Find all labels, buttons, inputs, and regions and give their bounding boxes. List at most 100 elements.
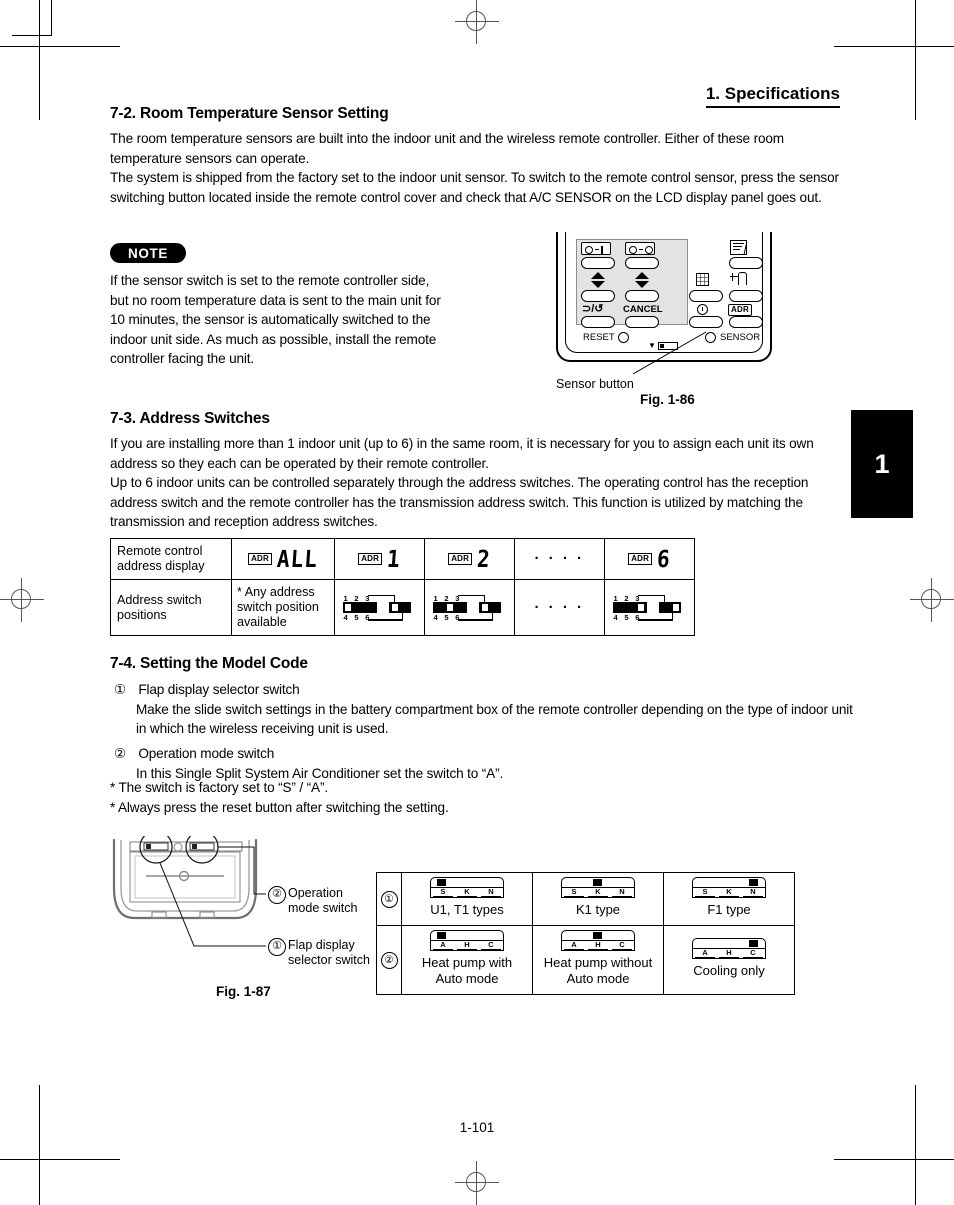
chapter-tab-marker: 1 [851, 410, 913, 518]
timer-off-updown-arrows-icon [635, 272, 649, 288]
timer-off-button[interactable] [625, 257, 659, 269]
dip-numbers-bottom: 4 5 6 [613, 612, 642, 622]
sensor-button-caption: Sensor button [556, 377, 634, 391]
sensor-label: SENSOR [720, 332, 761, 343]
dip-switch-cell-6: 1 2 3 4 5 6 [604, 579, 695, 636]
timer-on-button[interactable] [581, 257, 615, 269]
grid-icon [696, 273, 709, 286]
crop-mark-top-right-h [834, 46, 954, 47]
timer-on-set-button[interactable] [581, 290, 615, 302]
table-row-address-display: Remote control address display ADR ALL A… [110, 538, 695, 580]
repeat-mode-button[interactable] [581, 316, 615, 328]
adr-tag: ADR [358, 553, 383, 565]
crop-mark-bottom-left-h [0, 1159, 120, 1160]
address-display-1: ADR 1 [334, 538, 425, 580]
dip-switch-graphic-6: 1 2 3 4 5 6 [612, 591, 688, 625]
clock-button[interactable] [689, 316, 723, 328]
switch-label-s: S [433, 887, 453, 897]
dip-numbers-bottom: 4 5 6 [433, 612, 462, 622]
figure-label-1-87: Fig. 1-87 [216, 984, 271, 999]
item-2-title: Operation mode switch [138, 746, 275, 761]
figure-label-1-86: Fig. 1-86 [640, 392, 695, 407]
table-row-flap-display: ① S K N U1, T1 types S K N K1 type S K N… [376, 872, 795, 926]
model-label-line-1: Cooling only [693, 963, 765, 978]
switch-label-s: S [564, 887, 584, 897]
slide-switch-icon: A H C [561, 930, 635, 952]
address-display-2: ADR 2 [424, 538, 515, 580]
registration-mark-left [0, 578, 44, 622]
model-label-line-2: Auto mode [435, 971, 499, 986]
switch-label-c: C [481, 940, 501, 950]
adr-button[interactable] [729, 316, 763, 328]
note-badge: NOTE [110, 243, 186, 263]
model-cell-f1: S K N F1 type [663, 872, 795, 926]
sensor-button-leader-line [632, 331, 707, 375]
crop-mark-top-left-inner-v [51, 0, 52, 36]
lcd-value-6: 6 [656, 545, 672, 573]
crop-mark-top-left-inner-h [12, 35, 52, 36]
crop-mark-top-left-h [0, 46, 120, 47]
grid-button[interactable] [689, 290, 723, 302]
section-7-4-note-2: * Always press the reset button after sw… [110, 800, 449, 815]
registration-mark-bottom [455, 1161, 499, 1205]
callout-2-text: Operation mode switch [288, 886, 358, 915]
switch-label-h: H [588, 940, 608, 950]
section-7-4-note-1: * The switch is factory set to “S” / “A”… [110, 780, 328, 795]
model-code-table: ① S K N U1, T1 types S K N K1 type S K N… [376, 872, 795, 995]
adr-icon: ADR [728, 304, 752, 316]
slide-switch-icon: S K N [561, 877, 635, 899]
slide-switch-icon: S K N [430, 877, 504, 899]
timer-on-icon [581, 242, 611, 255]
section-7-3-paragraph-1: If you are installing more than 1 indoor… [110, 436, 814, 471]
air-direction-button[interactable] [729, 290, 763, 302]
crop-mark-bottom-right-v [915, 1085, 916, 1205]
section-7-2-paragraph-2: The system is shipped from the factory s… [110, 170, 839, 205]
switch-label-a: A [433, 940, 453, 950]
adr-tag: ADR [628, 553, 653, 565]
timer-off-icon [625, 242, 655, 255]
item-1-title: Flap display selector switch [138, 682, 300, 697]
item-2-number: ② [114, 746, 127, 761]
model-label: F1 type [707, 902, 751, 917]
repeat-mode-label: ⊃/↺ [582, 303, 604, 315]
note-text: If the sensor switch is set to the remot… [110, 273, 441, 367]
registration-mark-right [910, 578, 954, 622]
lcd-value-all: ALL [276, 545, 319, 573]
dip-switch-cell-2: 1 2 3 4 5 6 [424, 579, 515, 636]
dip-switch-cell-1: 1 2 3 4 5 6 [334, 579, 425, 636]
switch-label-h: H [457, 940, 477, 950]
model-label: K1 type [575, 902, 621, 917]
table-row-operation-mode: ② A H C Heat pump with Auto mode A H C H… [376, 925, 795, 995]
cancel-button[interactable] [625, 316, 659, 328]
switch-label-k: K [719, 887, 739, 897]
lcd-value-1: 1 [386, 545, 402, 573]
reset-button[interactable] [618, 332, 629, 343]
slide-switch-icon: A H C [692, 938, 766, 960]
section-heading-7-4: 7-4. Setting the Model Code [110, 655, 308, 672]
timer-off-set-button[interactable] [625, 290, 659, 302]
ellipsis-dots: · · · · [534, 550, 585, 567]
model-cell-cooling-only: A H C Cooling only [663, 925, 795, 995]
model-label: U1, T1 types [430, 902, 504, 917]
row-label-switch-positions: Address switch positions [110, 579, 232, 636]
address-display-ellipsis: · · · · [514, 538, 605, 580]
model-cell-heat-pump-auto: A H C Heat pump with Auto mode [401, 925, 533, 995]
flap-button[interactable] [729, 257, 763, 269]
table-row-switch-positions: Address switch positions * Any address s… [110, 579, 695, 636]
section-7-3-body: If you are installing more than 1 indoor… [110, 434, 852, 532]
model-cell-heat-pump-no-auto: A H C Heat pump without Auto mode [532, 925, 664, 995]
switch-label-n: N [743, 887, 763, 897]
callout-2-number: ② [268, 886, 286, 904]
callout-1-text: Flap display selector switch [288, 938, 370, 967]
flap-icon [730, 240, 748, 255]
section-heading-7-2: 7-2. Room Temperature Sensor Setting [110, 105, 389, 122]
section-7-3-paragraph-2: Up to 6 indoor units can be controlled s… [110, 475, 809, 530]
dip-numbers-bottom: 4 5 6 [343, 612, 372, 622]
dip-switch-graphic-1: 1 2 3 4 5 6 [342, 591, 418, 625]
cancel-label: CANCEL [623, 304, 663, 315]
crop-mark-top-right-v [915, 0, 916, 120]
callout-1-number: ① [268, 938, 286, 956]
address-display-6: ADR 6 [604, 538, 695, 580]
address-switch-table: Remote control address display ADR ALL A… [110, 538, 695, 636]
crop-mark-bottom-right-h [834, 1159, 954, 1160]
